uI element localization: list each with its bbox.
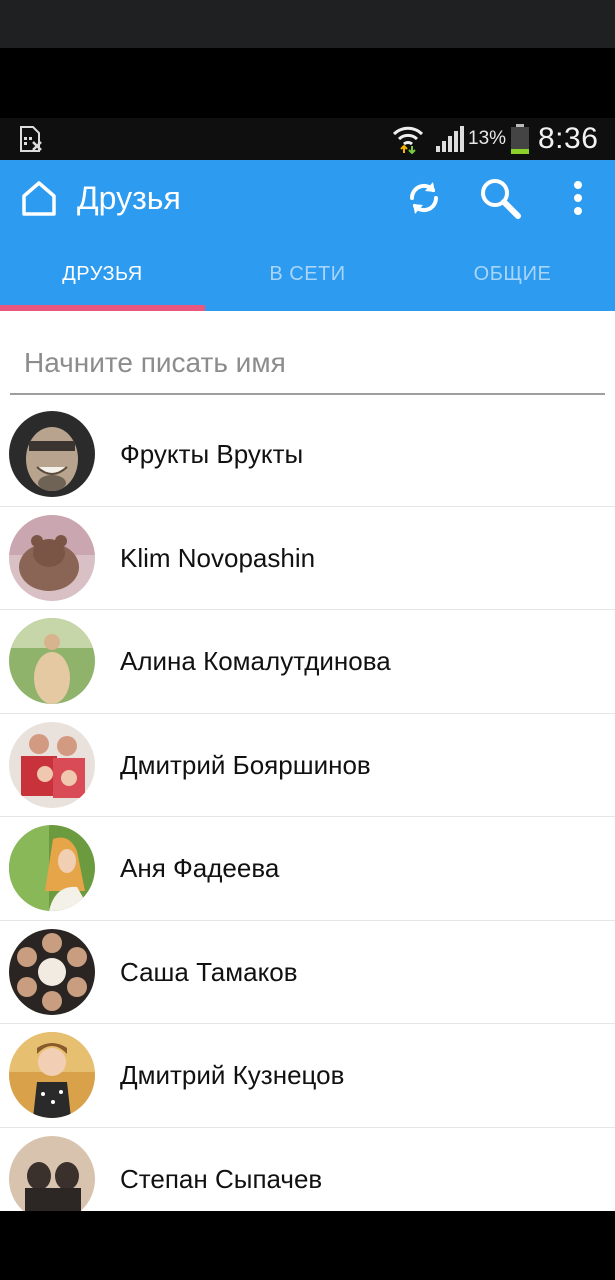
list-item[interactable]: Klim Novopashin bbox=[0, 507, 615, 610]
more-vert-icon[interactable] bbox=[566, 178, 590, 218]
friend-name: Дмитрий Кузнецов bbox=[120, 1060, 345, 1090]
friend-name: Степан Сыпачев bbox=[120, 1163, 323, 1194]
friend-name: Klim Novopashin bbox=[120, 542, 316, 573]
avatar bbox=[9, 411, 95, 497]
sim-card-icon bbox=[20, 126, 42, 152]
avatar bbox=[9, 514, 95, 601]
tab-bar: ДРУЗЬЯ В СЕТИ ОБЩИЕ bbox=[0, 240, 615, 311]
signal-icon bbox=[436, 126, 464, 152]
list-item[interactable]: Фрукты Врукты bbox=[0, 403, 615, 507]
avatar bbox=[9, 825, 95, 911]
refresh-icon[interactable] bbox=[404, 178, 444, 218]
list-item[interactable]: Дмитрий Бояршинов bbox=[0, 714, 615, 817]
friend-name: Алина Комалутдинова bbox=[120, 646, 391, 676]
avatar bbox=[9, 1135, 95, 1211]
name-search-input[interactable] bbox=[10, 333, 605, 395]
status-bar: 13% 8:36 bbox=[0, 118, 615, 160]
top-strip bbox=[0, 0, 615, 48]
search-icon[interactable] bbox=[478, 176, 522, 220]
friend-name: Саша Тамаков bbox=[120, 956, 298, 987]
friend-name: Фрукты Врукты bbox=[120, 439, 304, 469]
top-spacer bbox=[0, 48, 615, 118]
battery-icon bbox=[511, 124, 529, 154]
list-item[interactable]: Алина Комалутдинова bbox=[0, 610, 615, 714]
list-item[interactable]: Аня Фадеева bbox=[0, 817, 615, 921]
home-icon[interactable] bbox=[20, 180, 58, 218]
battery-percent: 13% bbox=[468, 128, 507, 149]
list-item[interactable]: Дмитрий Кузнецов bbox=[0, 1024, 615, 1128]
friend-name: Аня Фадеева bbox=[120, 853, 280, 883]
list-item[interactable]: Степан Сыпачев bbox=[0, 1128, 615, 1211]
avatar bbox=[9, 928, 95, 1015]
avatar bbox=[9, 721, 95, 808]
app-bar: Друзья bbox=[0, 160, 615, 240]
avatar bbox=[9, 618, 95, 704]
list-item[interactable]: Саша Тамаков bbox=[0, 921, 615, 1024]
friend-name: Дмитрий Бояршинов bbox=[120, 749, 371, 780]
tab-online[interactable]: В СЕТИ bbox=[205, 240, 410, 311]
friends-list: Фрукты Врукты Klim Novopashin Алина Кома… bbox=[0, 403, 615, 1211]
wifi-icon bbox=[392, 126, 424, 154]
bottom-spacer bbox=[0, 1211, 615, 1280]
friends-content: Фрукты Врукты Klim Novopashin Алина Кома… bbox=[0, 311, 615, 1211]
tab-friends[interactable]: ДРУЗЬЯ bbox=[0, 240, 205, 311]
clock: 8:36 bbox=[538, 122, 599, 155]
tab-mutual[interactable]: ОБЩИЕ bbox=[410, 240, 615, 311]
avatar bbox=[9, 1032, 95, 1118]
page-title: Друзья bbox=[77, 180, 181, 216]
